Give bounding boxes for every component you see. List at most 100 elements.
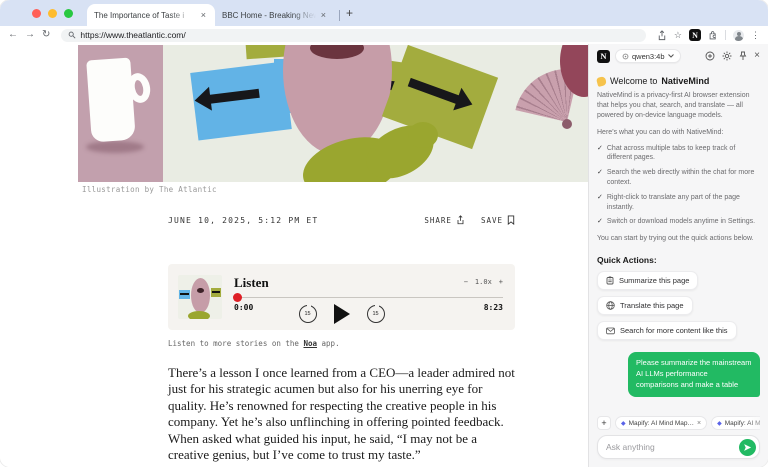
zoom-window-button[interactable] [64,9,73,18]
translate-icon [606,301,615,310]
check-icon: ✓ [597,217,603,227]
clipboard-icon [606,276,614,285]
feature-item: ✓Right-click to translate any part of th… [597,193,760,213]
hero-illustration [78,45,588,182]
intro-text: NativeMind is a privacy-first AI browser… [597,91,760,121]
save-label: SAVE [481,216,503,225]
left-arrow-icon [209,89,260,104]
attachment-chips-row: + ◆ Mapify: AI Mind Map… × ◆ Mapify: AI … [597,416,760,430]
bookmark-star-icon[interactable]: ☆ [674,30,682,41]
nativemind-extension-icon[interactable]: N [689,29,701,41]
translate-page-button[interactable]: Translate this page [597,296,693,315]
speed-decrease-button[interactable]: − [464,278,468,286]
speed-value: 1.0x [475,278,492,286]
tab-bbc[interactable]: BBC Home - Breaking New × [215,4,335,26]
feature-text: Chat across multiple tabs to keep track … [607,144,760,164]
share-icon [456,215,465,225]
skip-back-15-button[interactable]: 15 [299,305,317,323]
speed-increase-button[interactable]: + [499,278,503,286]
welcome-heading: Welcome to NativeMind [597,76,760,86]
thumb-blue-tile [179,290,190,299]
tab-close-icon[interactable]: × [319,10,328,20]
feature-text: Search the web directly within the chat … [607,168,760,188]
remove-chip-icon[interactable]: × [697,420,701,427]
sparkle-icon: ◆ [621,420,626,427]
window-controls [0,0,87,26]
welcome-prefix: Welcome to [610,76,657,86]
sidebar-bottom: + ◆ Mapify: AI Mind Map… × ◆ Mapify: AI … [597,416,760,467]
chip-label: Mapify: AI Mind [725,420,760,427]
nativemind-sidebar: N qwen3:4b × Welcome to NativeMind Nativ… [588,44,768,467]
byline-row: JUNE 10, 2025, 5:12 PM ET SHARE SAVE [168,215,515,225]
features-intro: Here’s what you can do with NativeMind: [597,128,760,138]
chat-input[interactable] [606,442,739,452]
noa-promo: Listen to more stories on the Noa app. [168,339,340,348]
forward-icon[interactable]: → [25,26,35,44]
feature-item: ✓Chat across multiple tabs to keep track… [597,144,760,164]
new-tab-button[interactable]: + [344,4,359,26]
search-similar-button[interactable]: Search for more content like this [597,321,737,340]
sparkle-icon: ◆ [717,420,722,427]
nativemind-logo: N [597,50,610,63]
feature-item: ✓Search the web directly within the chat… [597,168,760,188]
extensions-puzzle-icon[interactable] [708,30,718,40]
minimize-window-button[interactable] [48,9,57,18]
progress-bar[interactable] [234,297,503,298]
start-hint: You can start by trying out the quick ac… [597,234,760,244]
share-label: SHARE [424,216,452,225]
skip-forward-15-button[interactable]: 15 [367,305,385,323]
model-name: qwen3:4b [632,52,665,61]
model-selector[interactable]: qwen3:4b [615,49,681,63]
article-page: Illustration by The Atlantic JUNE 10, 20… [0,44,588,467]
tab-title: BBC Home - Breaking New [222,11,319,20]
browser-window: The Importance of Taste i × BBC Home - B… [0,0,768,467]
send-plane-icon [743,443,752,452]
quick-actions-label: Quick Actions: [597,255,760,265]
action-label: Search for more content like this [620,326,728,335]
action-label: Summarize this page [619,276,689,285]
player-title: Listen [234,275,269,291]
add-attachment-button[interactable]: + [597,416,611,430]
check-icon: ✓ [597,193,603,213]
user-message-bubble: Please summarize the mainstream AI LLMs … [628,352,760,397]
player-controls: 15 15 [168,304,515,324]
profile-avatar[interactable] [733,30,744,41]
progress-handle[interactable] [233,293,242,302]
send-button[interactable] [739,439,756,456]
toolbar: ← → ↻ https://www.theatlantic.com/ ☆ N ⋮ [0,26,768,44]
close-window-button[interactable] [32,9,41,18]
share-icon[interactable] [657,30,667,41]
bookmark-icon [507,215,515,225]
noa-link[interactable]: Noa [303,339,317,348]
share-button[interactable]: SHARE [424,215,465,225]
noa-suffix: app. [317,339,340,348]
play-button[interactable] [334,304,350,324]
collage-fan-knob [562,119,572,129]
save-button[interactable]: SAVE [481,215,515,225]
collage-mug [86,58,136,143]
feature-text: Right-click to translate any part of the… [607,193,760,213]
tab-atlantic[interactable]: The Importance of Taste i × [87,4,215,26]
collage-statue-head [408,122,438,148]
close-sidebar-icon[interactable]: × [754,51,760,61]
thumb-green-tile [211,288,221,297]
check-icon: ✓ [597,144,603,164]
attachment-chip[interactable]: ◆ Mapify: AI Mind [711,416,760,430]
tab-strip: The Importance of Taste i × BBC Home - B… [0,0,768,26]
summarize-page-button[interactable]: Summarize this page [597,271,698,290]
new-chat-icon[interactable] [705,51,715,61]
address-bar[interactable]: https://www.theatlantic.com/ [61,29,646,42]
toolbar-actions: ☆ N ⋮ [657,29,760,41]
sidebar-header: N qwen3:4b × [597,44,760,68]
back-icon[interactable]: ← [8,26,18,44]
tab-close-icon[interactable]: × [199,10,208,20]
envelope-icon [606,327,615,335]
reload-icon[interactable]: ↻ [42,26,50,44]
menu-kebab-icon[interactable]: ⋮ [751,30,760,41]
gear-icon[interactable] [722,51,732,61]
article-date: JUNE 10, 2025, 5:12 PM ET [168,216,318,225]
pin-icon[interactable] [739,51,747,61]
attachment-chip[interactable]: ◆ Mapify: AI Mind Map… × [615,416,707,430]
model-icon [622,53,629,60]
wave-emoji-icon [596,75,607,86]
